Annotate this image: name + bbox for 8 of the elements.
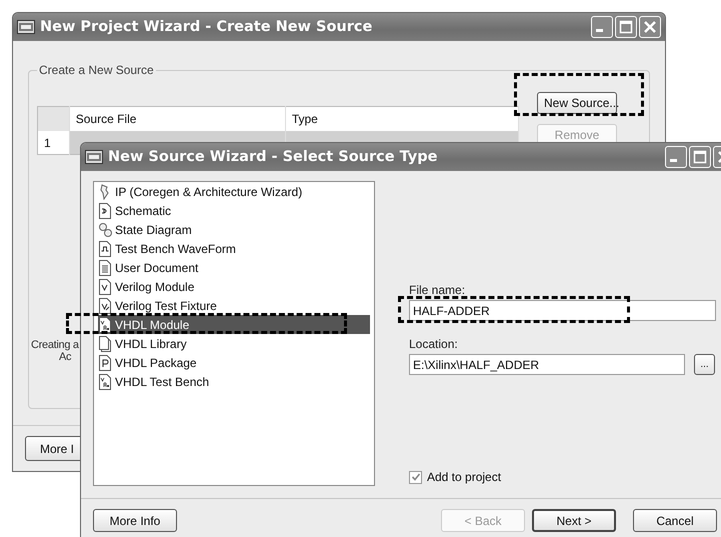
field-label: Location:: [409, 337, 459, 351]
row-number: 1: [38, 131, 70, 154]
field-label: File name:: [409, 283, 466, 297]
group-title: Create a New Source: [38, 63, 155, 77]
note-text: Ac: [59, 351, 72, 363]
note-text: Creating a: [31, 339, 79, 351]
window-title: New Project Wizard - Create New Source: [40, 19, 374, 35]
window-title: New Source Wizard - Select Source Type: [108, 149, 438, 165]
